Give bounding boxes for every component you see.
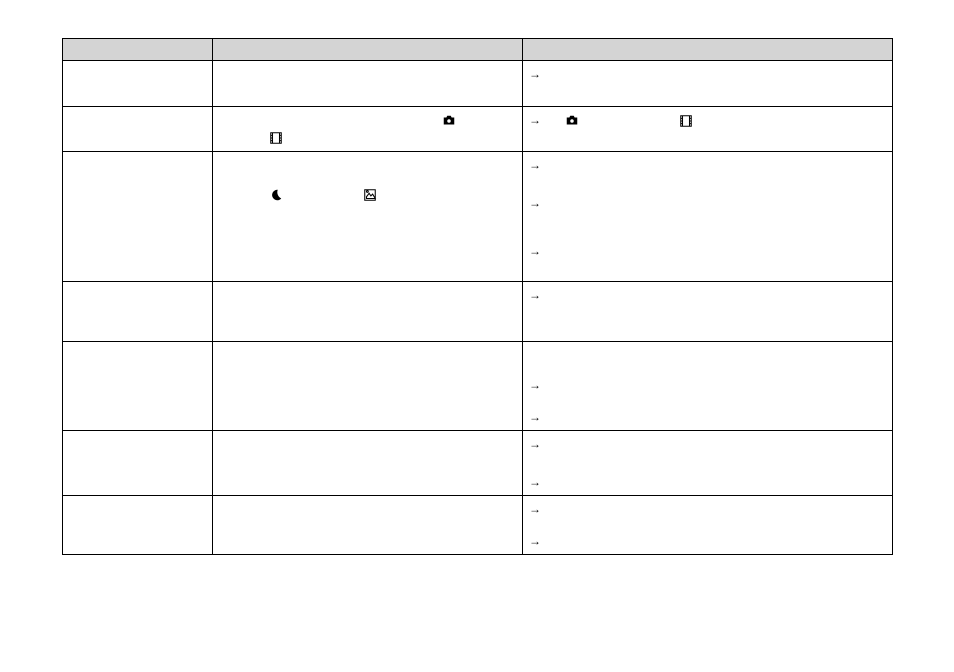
table-row: → → →: [63, 151, 893, 281]
table-row: →: [63, 61, 893, 107]
film-icon: [269, 131, 283, 145]
cell-solution: →: [523, 107, 893, 152]
film-icon: [679, 114, 693, 128]
arrow-icon: →: [529, 67, 541, 81]
arrow-icon: →: [529, 158, 541, 172]
arrow-icon: →: [529, 196, 541, 210]
cell-symptom: [63, 281, 213, 341]
cell-symptom: [63, 151, 213, 281]
table-row: →: [63, 281, 893, 341]
table-header-3: [523, 39, 893, 61]
cell-solution: → → →: [523, 151, 893, 281]
cell-symptom: [63, 341, 213, 430]
arrow-icon: →: [529, 378, 541, 392]
cell-symptom: [63, 430, 213, 495]
cell-solution: → →: [523, 430, 893, 495]
cell-cause: [213, 281, 523, 341]
cell-cause: [213, 151, 523, 281]
table-header-1: [63, 39, 213, 61]
table-row: →: [63, 107, 893, 152]
cell-solution: →: [523, 61, 893, 107]
troubleshooting-table: → →: [62, 38, 893, 555]
cell-cause: [213, 495, 523, 554]
cell-symptom: [63, 61, 213, 107]
image-icon: [363, 188, 377, 202]
cell-symptom: [63, 107, 213, 152]
cell-solution: →: [523, 281, 893, 341]
cell-solution: → →: [523, 341, 893, 430]
cell-symptom: [63, 495, 213, 554]
arrow-icon: →: [529, 534, 541, 548]
table-header-row: [63, 39, 893, 61]
moon-icon: [269, 188, 283, 202]
table-row: → →: [63, 430, 893, 495]
arrow-icon: →: [529, 113, 541, 127]
camera-icon: [565, 114, 579, 128]
arrow-icon: →: [529, 437, 541, 451]
cell-cause: [213, 430, 523, 495]
arrow-icon: →: [529, 244, 541, 258]
arrow-icon: →: [529, 502, 541, 516]
table-row: → →: [63, 341, 893, 430]
arrow-icon: →: [529, 288, 541, 302]
table-header-2: [213, 39, 523, 61]
cell-cause: [213, 61, 523, 107]
cell-cause: [213, 107, 523, 152]
arrow-icon: →: [529, 410, 541, 424]
arrow-icon: →: [529, 475, 541, 489]
cell-cause: [213, 341, 523, 430]
table-row: → →: [63, 495, 893, 554]
cell-solution: → →: [523, 495, 893, 554]
camera-icon: [442, 114, 456, 128]
